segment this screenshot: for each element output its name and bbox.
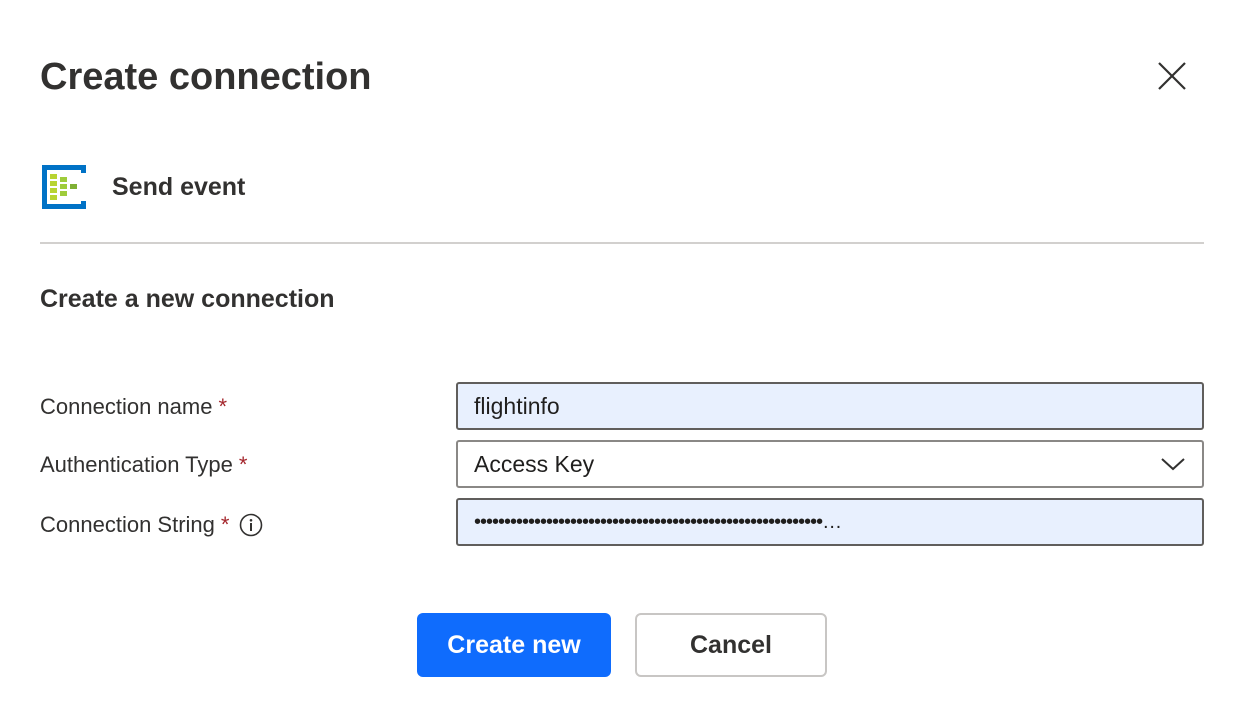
create-new-button[interactable]: Create new	[417, 613, 611, 677]
connection-name-label-text: Connection name	[40, 394, 213, 419]
connector-name: Send event	[112, 172, 246, 201]
cancel-button[interactable]: Cancel	[635, 613, 827, 677]
connection-string-label: Connection String *	[40, 502, 263, 548]
close-icon	[1158, 62, 1186, 90]
section-title: Create a new connection	[40, 285, 335, 313]
auth-type-label: Authentication Type *	[40, 442, 247, 488]
auth-type-dropdown[interactable]: Access Key	[456, 440, 1204, 488]
divider	[40, 242, 1204, 244]
create-connection-dialog: Create connection Send event Create a ne…	[0, 0, 1248, 719]
auth-type-label-text: Authentication Type	[40, 452, 233, 477]
close-button[interactable]	[1148, 52, 1196, 100]
required-marker: *	[238, 452, 248, 477]
event-hubs-icon	[42, 165, 86, 209]
connector-header: Send event	[40, 162, 245, 212]
auth-type-value: Access Key	[474, 450, 595, 477]
connection-string-label-text: Connection String	[40, 512, 215, 537]
dialog-title: Create connection	[40, 56, 372, 98]
required-marker: *	[218, 394, 228, 419]
connection-string-input[interactable]: ••••••••••••••••••••••••••••••••••••••••…	[456, 498, 1204, 546]
chevron-down-icon	[1161, 458, 1185, 471]
info-icon[interactable]	[239, 513, 263, 537]
connection-name-value: flightinfo	[474, 392, 560, 419]
connection-name-input[interactable]: flightinfo	[456, 382, 1204, 430]
connection-name-label: Connection name *	[40, 384, 227, 430]
required-marker: *	[220, 512, 230, 537]
connection-string-value: ••••••••••••••••••••••••••••••••••••••••…	[474, 510, 842, 533]
